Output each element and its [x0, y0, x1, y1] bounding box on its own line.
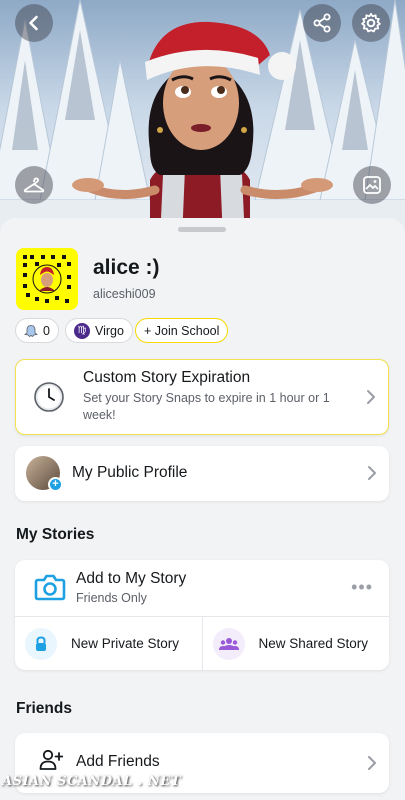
virgo-icon: ♍ — [74, 322, 90, 339]
add-to-my-story-row[interactable]: Add to My Story Friends Only ••• — [15, 560, 389, 616]
more-options-icon[interactable]: ••• — [351, 578, 373, 596]
snapcode-icon — [23, 255, 71, 303]
zodiac-chip[interactable]: ♍ Virgo — [65, 318, 133, 343]
profile-sheet: alice :) aliceshi009 0 ♍ Virgo + Join Sc… — [0, 218, 405, 800]
settings-button[interactable] — [352, 4, 390, 42]
expiration-subtitle: Set your Story Snaps to expire in 1 hour… — [83, 391, 330, 422]
story-actions-row: New Private Story New Shared Story — [15, 616, 389, 670]
display-name: alice :) — [93, 256, 160, 279]
image-icon — [363, 176, 381, 194]
expiration-title: Custom Story Expiration — [83, 369, 251, 386]
chevron-right-icon — [368, 466, 376, 480]
add-friends-label: Add Friends — [76, 753, 160, 770]
friend-count: 0 — [43, 323, 50, 338]
new-shared-story-label: New Shared Story — [258, 636, 369, 651]
camera-icon — [34, 574, 66, 601]
new-private-story-button[interactable]: New Private Story — [15, 617, 202, 670]
chevron-right-icon — [368, 756, 376, 770]
public-profile-card[interactable]: + My Public Profile — [15, 446, 389, 501]
watermark: ASIAN SCANDAL . NET — [2, 774, 181, 789]
friend-count-chip[interactable]: 0 — [15, 318, 59, 343]
my-stories-heading: My Stories — [16, 526, 95, 543]
sheet-grabber[interactable] — [178, 227, 226, 232]
add-story-subtitle: Friends Only — [76, 591, 147, 605]
new-private-story-label: New Private Story — [71, 636, 180, 651]
ghost-icon — [24, 324, 38, 337]
my-stories-card: Add to My Story Friends Only ••• New Pri… — [15, 560, 389, 670]
username: aliceshi009 — [93, 287, 156, 301]
share-icon — [313, 13, 331, 33]
chevron-right-icon — [367, 390, 375, 404]
custom-story-expiration-card[interactable]: Custom Story Expiration Set your Story S… — [15, 359, 389, 435]
clock-icon — [34, 382, 64, 412]
share-button[interactable] — [303, 4, 341, 42]
group-icon — [212, 628, 245, 660]
snowy-forest-scene — [0, 0, 405, 240]
join-school-label: + Join School — [144, 323, 220, 338]
public-profile-label: My Public Profile — [72, 464, 188, 481]
hanger-icon — [23, 177, 45, 193]
add-story-title: Add to My Story — [76, 570, 187, 587]
avatar: + — [26, 456, 63, 492]
gear-icon — [361, 12, 381, 33]
background-button[interactable] — [353, 166, 391, 204]
outfit-button[interactable] — [15, 166, 53, 204]
add-badge-icon: + — [48, 477, 63, 492]
lock-icon — [25, 628, 57, 660]
snapcode[interactable] — [16, 248, 78, 310]
profile-header-banner — [0, 0, 405, 240]
chevron-left-icon — [29, 15, 38, 31]
zodiac-label: Virgo — [95, 323, 124, 338]
new-shared-story-button[interactable]: New Shared Story — [201, 617, 390, 670]
add-friend-icon — [39, 749, 63, 770]
join-school-chip[interactable]: + Join School — [135, 318, 229, 343]
back-button[interactable] — [15, 4, 53, 42]
friends-heading: Friends — [16, 700, 72, 717]
